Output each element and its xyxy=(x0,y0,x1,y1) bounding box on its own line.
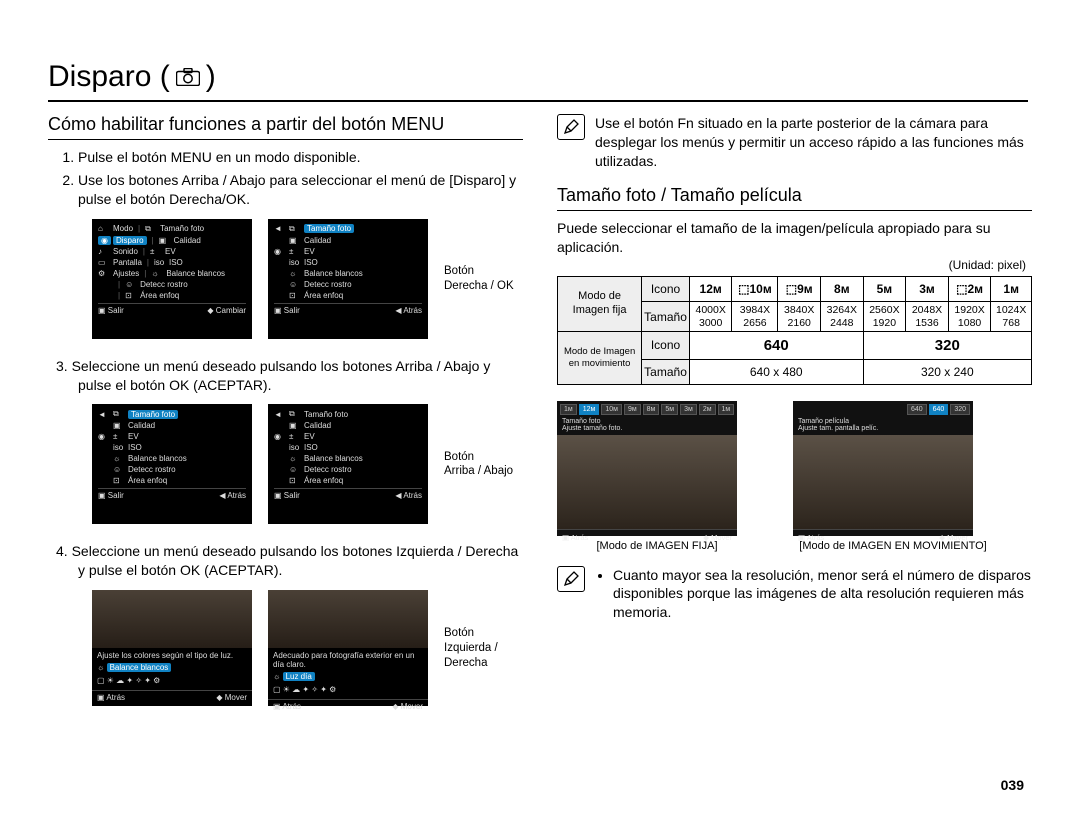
step-3: Seleccione un menú deseado pulsando los … xyxy=(78,357,523,395)
page-number: 039 xyxy=(1001,777,1024,793)
still-head: Modo de Imagen fija xyxy=(558,277,642,331)
still-icon-4: 5ᴍ xyxy=(863,277,906,302)
still-icon-6: ⬚2ᴍ xyxy=(948,277,991,302)
page-title: Disparo ( ) xyxy=(48,60,1028,102)
row-size-label: Tamaño xyxy=(642,302,690,331)
pencil-icon xyxy=(557,566,585,592)
size-intro: Puede seleccionar el tamaño de la imagen… xyxy=(557,219,1032,257)
still-icon-0: 12ᴍ xyxy=(689,277,732,302)
label-leftright: Botón Izquierda / Derecha xyxy=(444,626,498,671)
section-title-menu: Cómo habilitar funciones a partir del bo… xyxy=(48,114,523,140)
section-title-size: Tamaño foto / Tamaño película xyxy=(557,185,1032,211)
movie-head: Modo de Imagen en movimiento xyxy=(558,331,642,384)
menu-screenshot-c1: ◄⧉Tamaño foto ▣Calidad ◉±EV isoISO ☼Bala… xyxy=(92,404,252,524)
row-icon-label: Icono xyxy=(642,277,690,302)
screenshot-pair-3: Ajuste los colores según el tipo de luz.… xyxy=(92,590,523,706)
pencil-icon xyxy=(557,114,585,140)
left-column: Cómo habilitar funciones a partir del bo… xyxy=(48,114,523,724)
still-size-0: 4000X 3000 xyxy=(689,302,732,331)
menu-screenshot-d2: Adecuado para fotografía exterior en un … xyxy=(268,590,428,706)
still-icon-7: 1ᴍ xyxy=(991,277,1032,302)
right-column: Use el botón Fn situado en la parte post… xyxy=(557,114,1032,724)
still-icon-5: 3ᴍ xyxy=(906,277,949,302)
tip-text: Use el botón Fn situado en la parte post… xyxy=(595,114,1032,171)
menu-screenshot-c2: ◄⧉Tamaño foto ▣Calidad ◉±EV isoISO ☼Bala… xyxy=(268,404,428,524)
still-size-2: 3840X 2160 xyxy=(778,302,821,331)
still-size-4: 2560X 1920 xyxy=(863,302,906,331)
camera-icon xyxy=(176,68,200,86)
still-icon-2: ⬚9ᴍ xyxy=(778,277,821,302)
still-size-7: 1024X 768 xyxy=(991,302,1032,331)
menu-screenshot-a: ⌂Modo | ⧉Tamaño foto ◉Disparo | ▣Calidad… xyxy=(92,219,252,339)
screenshot-pair-1: ⌂Modo | ⧉Tamaño foto ◉Disparo | ▣Calidad… xyxy=(92,219,523,339)
title-text: Disparo ( xyxy=(48,60,170,94)
title-suffix: ) xyxy=(206,60,216,94)
still-size-1: 3984X 2656 xyxy=(732,302,778,331)
step-4: Seleccione un menú deseado pulsando los … xyxy=(78,542,523,580)
instruction-list-4: Seleccione un menú deseado pulsando los … xyxy=(48,542,523,580)
demo-still-screenshot: 1ᴍ 12ᴍ 10ᴍ 9ᴍ 8ᴍ 5ᴍ 3ᴍ 2ᴍ 1ᴍ Tamaño foto xyxy=(557,401,737,536)
menu-screenshot-b: ◄⧉Tamaño foto ▣Calidad ◉±EV isoISO ☼Bala… xyxy=(268,219,428,339)
still-size-3: 3264X 2448 xyxy=(821,302,864,331)
label-updown: Botón Arriba / Abajo xyxy=(444,450,513,480)
still-icon-1: ⬚10ᴍ xyxy=(732,277,778,302)
still-size-6: 1920X 1080 xyxy=(948,302,991,331)
instruction-list: Pulse el botón MENU en un modo disponibl… xyxy=(48,148,523,209)
resolution-note: Cuanto mayor sea la resolución, menor se… xyxy=(557,566,1032,623)
screenshot-pair-2: ◄⧉Tamaño foto ▣Calidad ◉±EV isoISO ☼Bala… xyxy=(92,404,523,524)
page: Disparo ( ) Cómo habilitar funciones a p… xyxy=(0,0,1080,815)
movie-size-0: 640 x 480 xyxy=(689,359,863,384)
tip-fn-button: Use el botón Fn situado en la parte post… xyxy=(557,114,1032,171)
step-1: Pulse el botón MENU en un modo disponibl… xyxy=(78,148,523,167)
movie-size-1: 320 x 240 xyxy=(863,359,1031,384)
menu-screenshot-d1: Ajuste los colores según el tipo de luz.… xyxy=(92,590,252,706)
size-table: Modo de Imagen fija Icono 12ᴍ ⬚10ᴍ ⬚9ᴍ 8… xyxy=(557,276,1032,384)
instruction-list-3: Seleccione un menú deseado pulsando los … xyxy=(48,357,523,395)
movie-icon-1: 320 xyxy=(863,331,1031,359)
step-2: Use los botones Arriba / Abajo para sele… xyxy=(78,171,523,209)
still-size-5: 2048X 1536 xyxy=(906,302,949,331)
unit-label: (Unidad: pixel) xyxy=(557,258,1026,272)
demo-movie-screenshot: 640 640 320 Tamaño película Ajuste tam. … xyxy=(793,401,973,536)
still-icon-3: 8ᴍ xyxy=(821,277,864,302)
movie-icon-0: 640 xyxy=(689,331,863,359)
demo-screenshots: 1ᴍ 12ᴍ 10ᴍ 9ᴍ 8ᴍ 5ᴍ 3ᴍ 2ᴍ 1ᴍ Tamaño foto xyxy=(557,401,1032,552)
note-bullets: Cuanto mayor sea la resolución, menor se… xyxy=(595,566,1032,623)
note-bullet-1: Cuanto mayor sea la resolución, menor se… xyxy=(613,566,1032,623)
label-right-ok: Botón Derecha / OK xyxy=(444,264,514,294)
